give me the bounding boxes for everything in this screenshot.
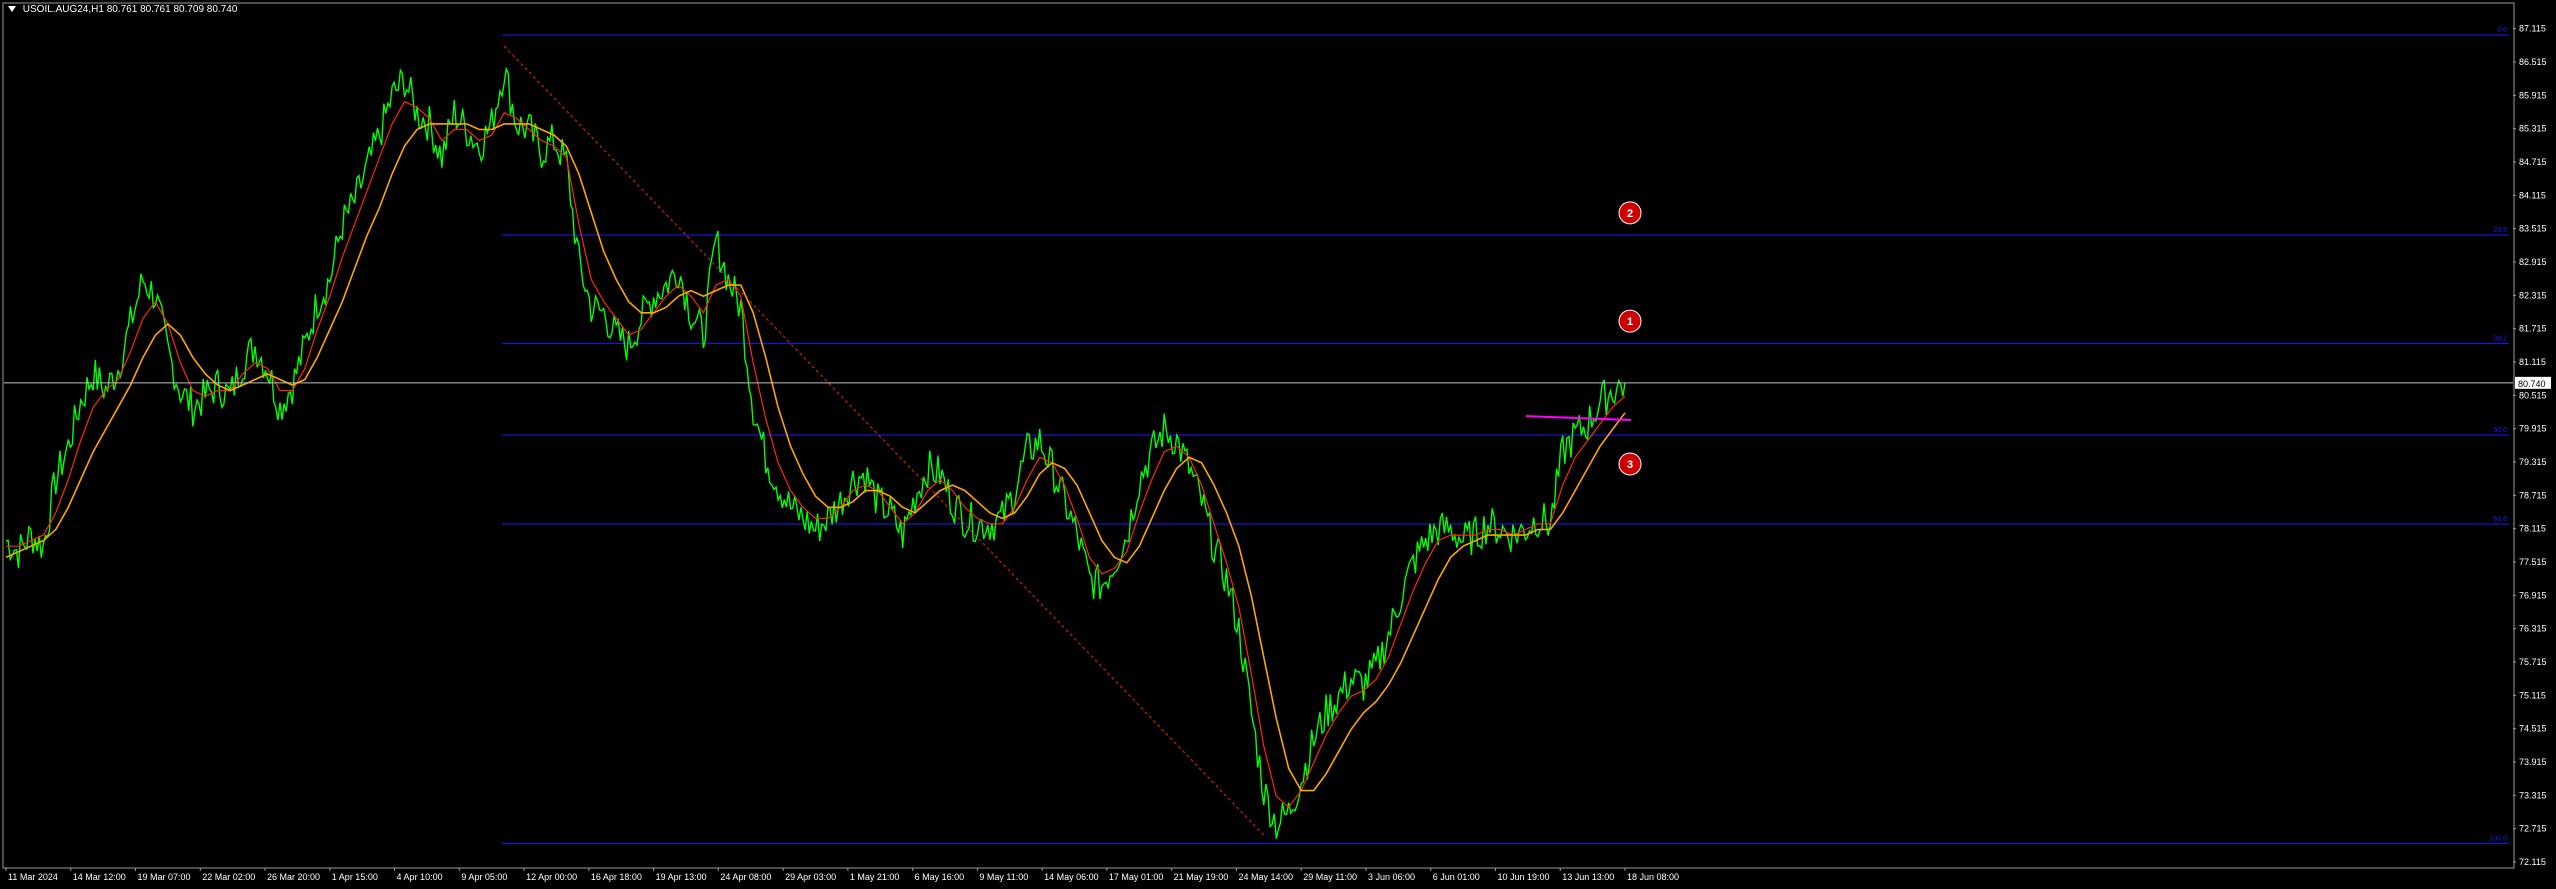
ma-slow-line: [5, 123, 1626, 792]
x-tick-label: 6 Jun 01:00: [1433, 872, 1480, 882]
x-tick-label: 17 May 01:00: [1109, 872, 1164, 882]
y-tick-label: 81.115: [2519, 357, 2546, 367]
x-tick-label: 26 Mar 20:00: [267, 872, 320, 882]
x-tick-label: 16 Apr 18:00: [591, 872, 642, 882]
y-tick-label: 72.715: [2519, 824, 2547, 834]
fib-level-label: 61.8: [2493, 516, 2507, 523]
x-tick-label: 19 Mar 07:00: [138, 872, 191, 882]
x-tick-label: 14 May 06:00: [1044, 872, 1099, 882]
y-tick-label: 79.315: [2519, 457, 2547, 467]
y-tick-label: 75.115: [2519, 690, 2546, 700]
x-tick-label: 19 Apr 13:00: [656, 872, 707, 882]
x-tick-label: 29 May 11:00: [1303, 872, 1357, 882]
x-tick-label: 18 Jun 08:00: [1627, 872, 1679, 882]
y-tick-label: 78.115: [2519, 524, 2546, 534]
x-tick-label: 9 Apr 05:00: [461, 872, 507, 882]
y-tick-label: 75.715: [2519, 657, 2547, 667]
fib-level-label: 23.6: [2493, 227, 2507, 234]
price-series-line: [5, 66, 1626, 839]
y-tick-label: 83.515: [2519, 224, 2547, 234]
price-chart[interactable]: 0.0 23.6 38.2 50.0 61.8 100.0 80.740 87.115 86…: [0, 0, 2556, 889]
y-tick-label: 78.715: [2519, 490, 2547, 500]
marker-label: 1: [1627, 316, 1633, 328]
y-tick-label: 85.915: [2519, 90, 2547, 100]
x-tick-label: 24 Apr 08:00: [720, 872, 771, 882]
trendline: [503, 45, 1265, 836]
x-tick-label: 13 Jun 13:00: [1562, 872, 1614, 882]
x-tick-label: 3 Jun 06:00: [1368, 872, 1415, 882]
fib-level-label: 0.0: [2497, 27, 2507, 34]
y-tick-label: 74.515: [2519, 724, 2547, 734]
fib-level-label: 100.0: [2489, 835, 2507, 842]
x-tick-label: 14 Mar 12:00: [73, 872, 126, 882]
y-tick-label: 73.915: [2519, 757, 2547, 767]
marker-label: 2: [1627, 208, 1633, 220]
y-tick-label: 87.115: [2519, 24, 2546, 34]
y-tick-label: 81.715: [2519, 324, 2547, 334]
y-tick-label: 76.915: [2519, 590, 2547, 600]
x-tick-label: 29 Apr 03:00: [785, 872, 836, 882]
x-tick-label: 24 May 14:00: [1238, 872, 1293, 882]
y-tick-label: 86.515: [2519, 57, 2547, 67]
ma-fast-line: [6, 100, 1626, 809]
x-tick-label: 4 Apr 10:00: [397, 872, 443, 882]
current-price-label: 80.740: [2518, 379, 2546, 389]
y-tick-label: 85.315: [2519, 124, 2547, 134]
y-tick-label: 77.515: [2519, 557, 2547, 567]
x-tick-label: 1 May 21:00: [850, 872, 900, 882]
marker-label: 3: [1627, 459, 1633, 471]
y-tick-label: 79.915: [2519, 424, 2547, 434]
y-tick-label: 84.715: [2519, 157, 2547, 167]
y-tick-label: 82.915: [2519, 257, 2547, 267]
y-tick-label: 73.315: [2519, 790, 2547, 800]
y-tick-label: 84.115: [2519, 190, 2546, 200]
x-tick-label: 11 Mar 2024: [8, 872, 58, 882]
x-tick-label: 6 May 16:00: [915, 872, 965, 882]
y-tick-label: 76.315: [2519, 624, 2547, 634]
x-tick-label: 21 May 19:00: [1174, 872, 1229, 882]
fib-level-label: 38.2: [2493, 335, 2507, 342]
x-tick-label: 9 May 11:00: [979, 872, 1028, 882]
y-tick-label: 82.315: [2519, 290, 2547, 300]
x-tick-label: 22 Mar 02:00: [202, 872, 255, 882]
y-tick-label: 72.115: [2519, 857, 2546, 867]
fib-level-label: 50.0: [2493, 427, 2507, 434]
x-tick-label: 1 Apr 15:00: [332, 872, 378, 882]
chart-window[interactable]: USOIL.AUG24,H1 80.761 80.761 80.709 80.7…: [0, 0, 2556, 889]
y-tick-label: 80.515: [2519, 390, 2547, 400]
x-tick-label: 12 Apr 00:00: [526, 872, 577, 882]
x-tick-label: 10 Jun 19:00: [1497, 872, 1549, 882]
